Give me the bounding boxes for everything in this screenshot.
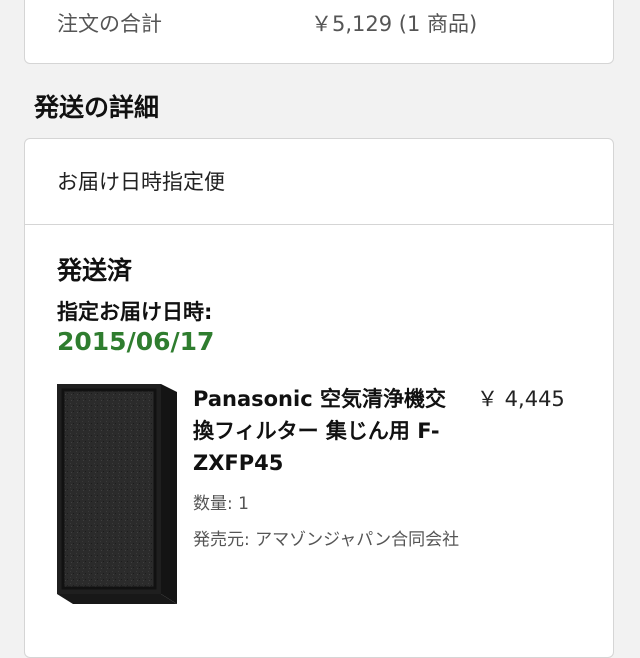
product-quantity: 数量: 1 bbox=[193, 494, 249, 514]
delivery-date: 2015/06/17 bbox=[57, 327, 215, 356]
order-total-label: 注文の合計 bbox=[57, 12, 162, 36]
air-filter-icon bbox=[57, 384, 177, 604]
order-summary-card: 注文の合計 ￥5,129 (1 商品) bbox=[24, 0, 614, 64]
order-total-value: ￥5,129 (1 商品) bbox=[311, 12, 478, 36]
product-image[interactable] bbox=[57, 384, 185, 604]
product-title-link[interactable]: Panasonic 空気清浄機交換フィルター 集じん用 F-ZXFP45 bbox=[193, 383, 455, 479]
delivery-type-row: お届け日時指定便 bbox=[25, 139, 613, 225]
product-seller: 発売元: アマゾンジャパン合同会社 bbox=[193, 530, 460, 550]
delivery-date-label: 指定お届け日時: bbox=[57, 300, 213, 324]
product-price: ￥ 4,445 bbox=[477, 387, 565, 411]
delivery-type-text: お届け日時指定便 bbox=[57, 170, 225, 194]
shipping-details-title: 発送の詳細 bbox=[34, 93, 160, 122]
shipment-card: お届け日時指定便 発送済 指定お届け日時: 2015/06/17 Panason… bbox=[24, 138, 614, 658]
shipment-status: 発送済 bbox=[57, 256, 133, 285]
